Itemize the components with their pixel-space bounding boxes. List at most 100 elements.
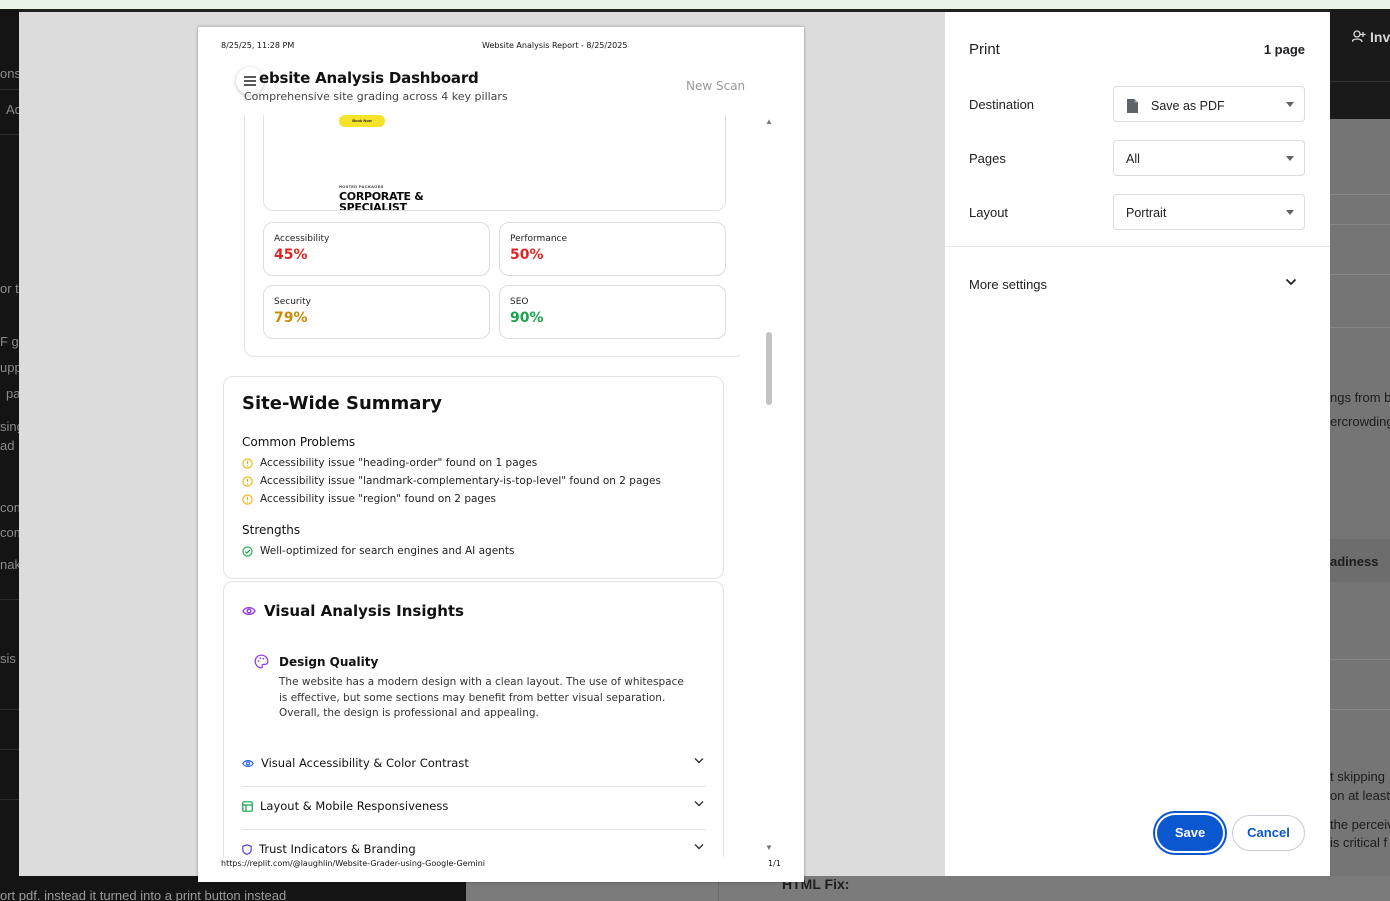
print-settings-pane: Print 1 page Destination Save as PDF Pag… (945, 12, 1330, 876)
eye-icon (242, 759, 254, 767)
score-label: Performance (510, 234, 568, 244)
settings-divider (945, 246, 1330, 247)
visual-analysis-title: Visual Analysis Insights (242, 602, 464, 620)
visual-analysis-card: Visual Analysis Insights Design Quality … (223, 581, 724, 857)
bg-fragment: sis n (0, 651, 19, 666)
warning-circle-icon (242, 475, 253, 487)
layout-label: Layout (969, 205, 1009, 220)
chevron-down-icon (694, 801, 704, 807)
bg-fragment: com (0, 525, 19, 540)
print-header-datetime: 8/25/25, 11:28 PM (221, 41, 295, 50)
common-problems-heading: Common Problems (242, 435, 356, 449)
new-scan-button[interactable]: New Scan (686, 79, 745, 93)
strength-item: Well-optimized for search engines and AI… (242, 545, 514, 557)
score-label: Accessibility (274, 234, 330, 244)
score-card-seo: SEO 90% (499, 285, 726, 339)
dropdown-caret-icon (1286, 102, 1294, 107)
bg-fragment: Ad (6, 102, 19, 117)
design-quality-title: Design Quality (254, 654, 378, 669)
bg-fragment: nak (0, 557, 19, 572)
screenshot-headline: CORPORATE & SPECIALIST (339, 190, 424, 211)
preview-page: 8/25/25, 11:28 PM Website Analysis Repor… (198, 27, 804, 882)
preview-scroll-gutter (740, 100, 762, 840)
save-button[interactable]: Save (1157, 815, 1223, 851)
bg-fragment: ercrowding (1330, 414, 1390, 429)
bg-fragment: upp (0, 360, 19, 375)
eye-icon (242, 606, 256, 616)
score-card-accessibility: Accessibility 45% (263, 222, 490, 276)
score-label: Security (274, 297, 311, 307)
more-settings-toggle[interactable]: More settings (969, 277, 1047, 292)
report-content: Book Now HOSTED PACKAGES CORPORATE & SPE… (222, 115, 782, 857)
dropdown-caret-icon (1286, 210, 1294, 215)
add-user-icon (1351, 30, 1366, 43)
problem-item: Accessibility issue "landmark-complement… (242, 475, 661, 487)
bg-fragment: sing (0, 419, 19, 434)
destination-label: Destination (969, 97, 1035, 112)
background-invite-label: Inv (1351, 29, 1390, 45)
score-value: 90% (510, 310, 544, 326)
bg-fragment: t skipping (1330, 769, 1385, 784)
bg-fragment: adiness (1330, 554, 1379, 569)
shield-icon (242, 843, 252, 855)
summary-card: Site-Wide Summary Common Problems Access… (223, 376, 724, 579)
score-value: 79% (274, 310, 308, 326)
warning-circle-icon (242, 493, 253, 505)
bg-fragment: ad (0, 438, 15, 453)
cancel-button[interactable]: Cancel (1232, 815, 1305, 851)
pages-label: Pages (969, 151, 1006, 166)
chevron-down-icon (694, 758, 704, 764)
score-label: SEO (510, 297, 529, 307)
design-quality-text: The website has a modern design with a c… (279, 676, 684, 719)
summary-title: Site-Wide Summary (242, 393, 443, 414)
destination-select[interactable]: Save as PDF (1113, 86, 1305, 122)
background-right-panel: Inv ngs from b ercrowding adiness t skip… (1330, 9, 1390, 876)
print-footer-page-number: 1/1 (768, 859, 781, 868)
bg-fragment: on at least (1330, 788, 1390, 803)
score-card-security: Security 79% (263, 285, 490, 339)
palette-icon (254, 654, 269, 669)
print-header-title: Website Analysis Report - 8/25/2025 (482, 41, 628, 50)
check-circle-icon (242, 545, 253, 557)
layout-select[interactable]: Portrait (1113, 194, 1305, 230)
background-left-panel: onso Ad or th F g upp pa sing ad com com… (0, 9, 19, 901)
print-preview-pane: 8/25/25, 11:28 PM Website Analysis Repor… (19, 12, 945, 882)
site-screenshot: Book Now HOSTED PACKAGES CORPORATE & SPE… (263, 115, 726, 211)
accordion-layout-mobile[interactable]: Layout & Mobile Responsiveness (242, 787, 706, 830)
dropdown-caret-icon (1286, 156, 1294, 161)
chevron-down-icon[interactable] (1285, 278, 1297, 286)
screenshot-small-label: HOSTED PACKAGES (339, 184, 384, 189)
print-footer-url: https://replit.com/@laughlin/Website-Gra… (221, 859, 485, 868)
problem-item: Accessibility issue "region" found on 2 … (242, 493, 496, 505)
warning-circle-icon (242, 457, 253, 469)
scrollbar-thumb[interactable] (766, 332, 772, 405)
bg-fragment: onso (0, 66, 19, 81)
page-count: 1 page (1263, 42, 1305, 57)
overview-card: Book Now HOSTED PACKAGES CORPORATE & SPE… (244, 115, 745, 357)
dashboard-subtitle: Comprehensive site grading across 4 key … (244, 90, 508, 103)
layout-icon (242, 800, 253, 812)
bg-fragment: ngs from b (1330, 390, 1390, 405)
bg-fragment: F g (0, 334, 19, 349)
dashboard-title: ebsite Analysis Dashboard (259, 69, 479, 87)
problem-item: Accessibility issue "heading-order" foun… (242, 457, 537, 469)
strengths-heading: Strengths (242, 523, 301, 537)
hamburger-icon (244, 76, 256, 86)
bg-fragment: the perceiv (1330, 817, 1390, 832)
score-value: 50% (510, 247, 544, 263)
print-title: Print (969, 41, 1000, 58)
accordion-trust-branding[interactable]: Trust Indicators & Branding (242, 830, 706, 857)
dashboard-header: ebsite Analysis Dashboard Comprehensive … (222, 63, 782, 115)
file-icon (1127, 99, 1138, 113)
accordion-visual-accessibility[interactable]: Visual Accessibility & Color Contrast (242, 744, 706, 787)
bg-fragment: com (0, 500, 19, 515)
background-top-strip (0, 0, 1390, 9)
scroll-down-arrow[interactable]: ▼ (765, 843, 773, 852)
pages-select[interactable]: All (1113, 140, 1305, 176)
bg-fragment: or th (0, 281, 19, 296)
chevron-down-icon (694, 844, 704, 850)
bg-fragment: is critical f (1330, 835, 1388, 850)
scroll-up-arrow[interactable]: ▲ (765, 117, 773, 126)
bg-fragment: pa (6, 386, 19, 401)
score-value: 45% (274, 247, 308, 263)
